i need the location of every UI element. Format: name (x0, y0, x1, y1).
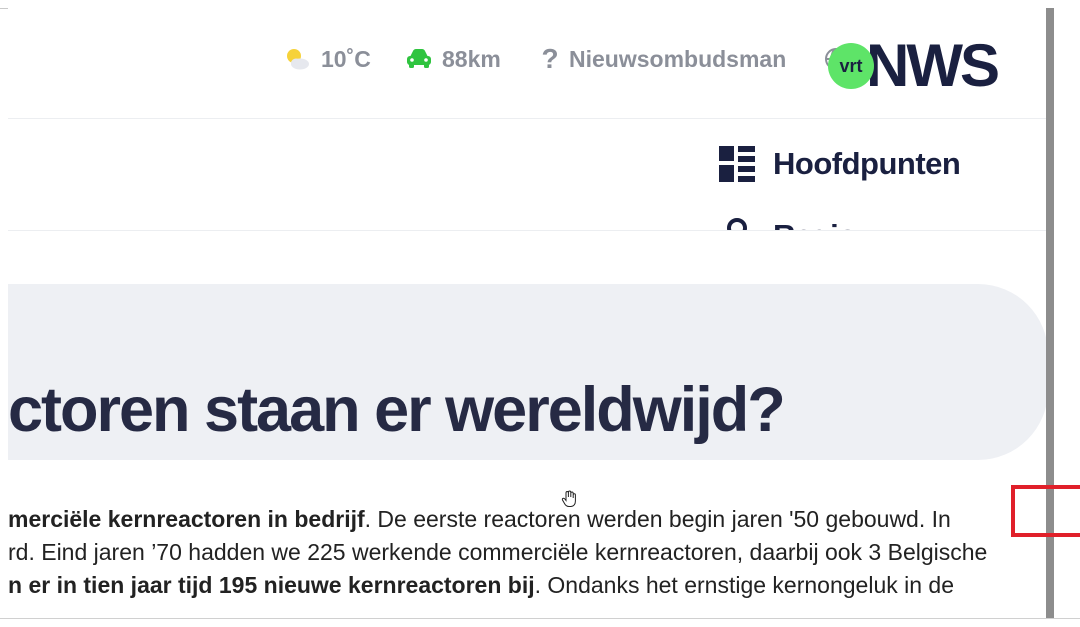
nav-item-regio[interactable]: Regio (719, 218, 857, 230)
question-icon: ? (541, 43, 559, 74)
traffic-value: 88km (442, 45, 501, 72)
weather-widget[interactable]: 10˚C (284, 44, 371, 74)
article-line-2-text: rd. Eind jaren ’70 hadden we 225 werkend… (8, 539, 988, 565)
nav-item-hoofdpunten[interactable]: Hoofdpunten (719, 146, 961, 182)
temperature-value: 10˚C (321, 45, 371, 72)
nws-logo-text: NWS (866, 32, 1000, 99)
main-navigation: Hoofdpunten Regio (8, 118, 1046, 231)
traffic-widget[interactable]: 88km (405, 44, 501, 74)
site-header: 10˚C 88km ? Nieuwsombudsman vrt NWS (8, 8, 1046, 119)
nav-label-regio: Regio (773, 218, 857, 230)
webpage-viewport: 10˚C 88km ? Nieuwsombudsman vrt NWS Hoof… (8, 8, 1046, 618)
scrollbar-thumb[interactable] (1046, 8, 1054, 618)
nav-label-hoofdpunten: Hoofdpunten (773, 146, 961, 181)
ombudsman-link[interactable]: ? Nieuwsombudsman (540, 43, 787, 74)
car-icon (407, 49, 431, 68)
article-headline-banner: ctoren staan er wereldwijd? (8, 284, 1046, 460)
article-line-3-text: . Ondanks het ernstige kernongeluk in de (534, 572, 955, 598)
article-line-2: rd. Eind jaren ’70 hadden we 225 werkend… (8, 536, 1046, 569)
article-line-3: n er in tien jaar tijd 195 nieuwe kernre… (8, 569, 1046, 602)
article-line-1-bold: merciële kernreactoren in bedrijf (8, 506, 365, 532)
article-line-3-bold: n er in tien jaar tijd 195 nieuwe kernre… (8, 572, 535, 598)
article-line-1-text: . De eerste reactoren werden begin jaren… (364, 506, 951, 532)
browser-scrollbar[interactable] (1046, 0, 1080, 618)
vrt-nws-logo[interactable]: vrt NWS (828, 32, 1028, 99)
vrt-logo-badge: vrt (828, 43, 874, 89)
article-body: merciële kernreactoren in bedrijf. De ee… (8, 503, 1046, 602)
partly-sunny-icon (287, 49, 309, 70)
grid-list-icon (719, 146, 755, 182)
article-line-1: merciële kernreactoren in bedrijf. De ee… (8, 503, 1046, 536)
ombudsman-label: Nieuwsombudsman (569, 45, 787, 72)
user-icon (727, 218, 747, 230)
hand-cursor-icon (561, 490, 576, 507)
article-headline: ctoren staan er wereldwijd? (8, 375, 786, 446)
